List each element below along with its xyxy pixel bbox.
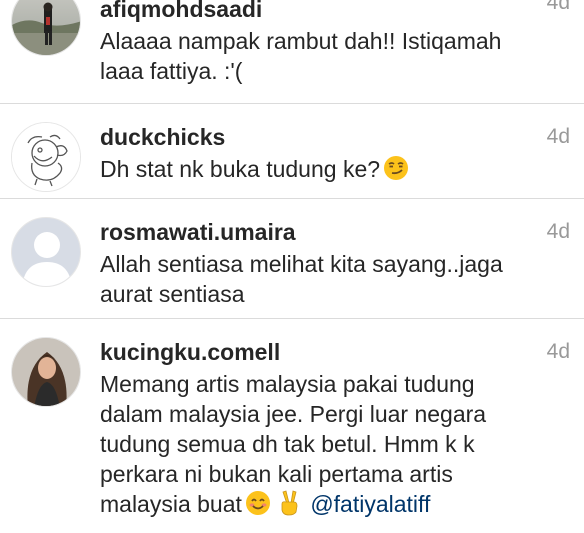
- photo-avatar-icon: [12, 0, 80, 55]
- default-avatar-silhouette-icon: [12, 218, 80, 286]
- comment-item: rosmawati.umaira 4d Allah sentiasa melih…: [0, 199, 584, 319]
- comment-timestamp: 4d: [546, 220, 570, 243]
- sketch-avatar-icon: [12, 123, 80, 191]
- comment-username[interactable]: kucingku.comell: [100, 337, 514, 367]
- photo-avatar-icon: [12, 338, 80, 406]
- user-avatar[interactable]: [11, 217, 81, 287]
- comment-text: Alaaaa nampak rambut dah!! Istiqamah laa…: [100, 28, 502, 84]
- user-avatar[interactable]: [11, 337, 81, 407]
- comment-username[interactable]: afiqmohdsaadi: [100, 0, 514, 24]
- comment-text-row: Dh stat nk buka tudung ke?: [100, 154, 514, 188]
- smirking-face-emoji-icon: [383, 155, 409, 188]
- user-avatar[interactable]: [11, 0, 81, 56]
- victory-hand-emoji-icon: [277, 490, 301, 523]
- user-avatar[interactable]: [11, 122, 81, 192]
- comment-username[interactable]: duckchicks: [100, 122, 514, 152]
- smiling-face-emoji-icon: [245, 490, 271, 523]
- comment-timestamp: 4d: [546, 0, 570, 14]
- comment-item: kucingku.comell 4d Memang artis malaysia…: [0, 319, 584, 527]
- comment-item: afiqmohdsaadi 4d Alaaaa nampak rambut da…: [0, 0, 584, 104]
- comment-username[interactable]: rosmawati.umaira: [100, 217, 514, 247]
- comment-timestamp: 4d: [546, 125, 570, 148]
- mention-link[interactable]: @fatiyalatiff: [310, 491, 430, 517]
- comment-text-row: Memang artis malaysia pakai tudung dalam…: [100, 369, 514, 523]
- comment-text: Allah sentiasa melihat kita sayang..jaga…: [100, 251, 503, 307]
- comment-item: duckchicks 4d Dh stat nk buka tudung ke?: [0, 104, 584, 199]
- comment-list: afiqmohdsaadi 4d Alaaaa nampak rambut da…: [0, 0, 584, 527]
- comment-text: Dh stat nk buka tudung ke?: [100, 156, 381, 182]
- comment-timestamp: 4d: [546, 340, 570, 363]
